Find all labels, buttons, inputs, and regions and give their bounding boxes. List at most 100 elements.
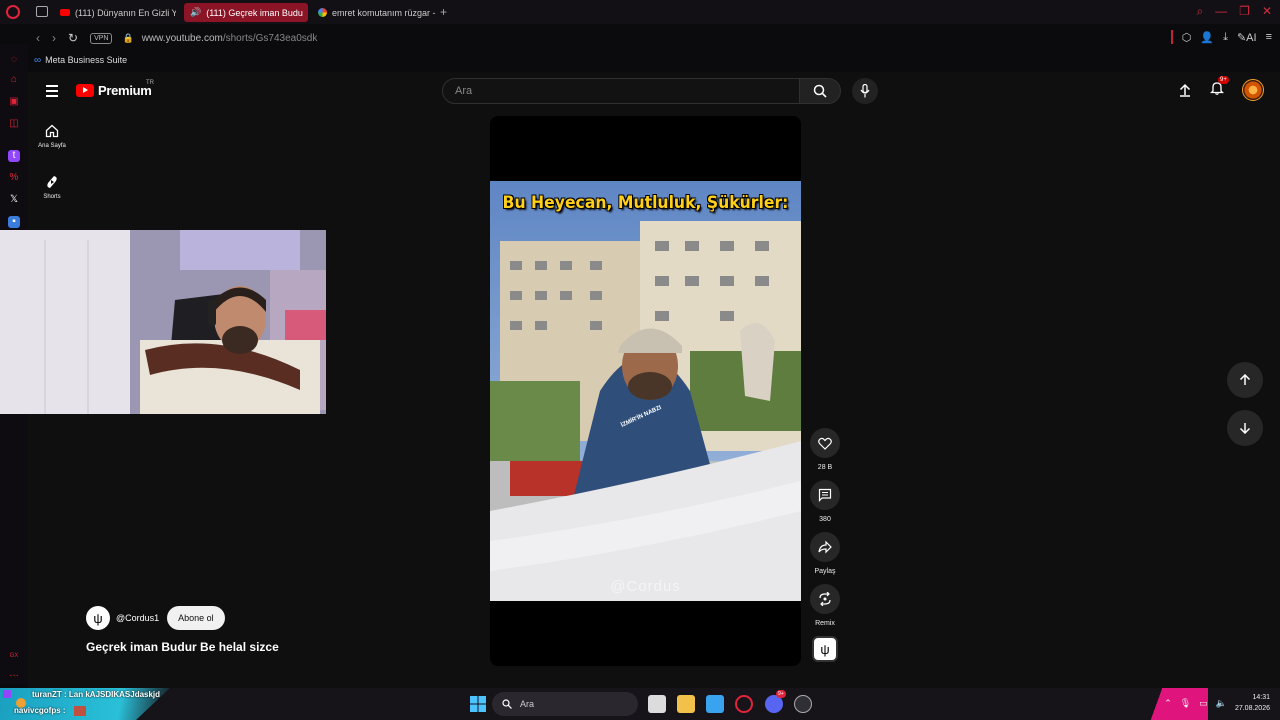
chevron-up-icon[interactable]: ⌃ — [1164, 698, 1172, 709]
gx-icon[interactable]: GX — [8, 650, 20, 662]
window-controls: ⌕ — ❐ ✕ — [1196, 4, 1272, 19]
app-icon[interactable]: ▪ — [8, 216, 20, 228]
url-host: www.youtube.com — [141, 32, 223, 44]
forward-icon[interactable]: › — [52, 31, 56, 45]
sound-channel-avatar[interactable]: ψ — [812, 636, 838, 662]
nav-home-label: Ana Sayfa — [38, 143, 66, 149]
reload-icon[interactable]: ↻ — [68, 31, 78, 45]
bookmark-meta-business-suite[interactable]: ∞ Meta Business Suite — [34, 53, 127, 67]
url-field[interactable]: www.youtube.com/shorts/Gs743ea0sdk — [142, 33, 318, 44]
remix-icon — [819, 592, 831, 606]
clock[interactable]: 14:31 27.08.2026 — [1235, 692, 1270, 714]
search-icon — [813, 84, 827, 98]
messenger-icon[interactable]: ▣ — [8, 96, 20, 108]
browser-tab-3[interactable]: emret komutanım rüzgar - — [312, 3, 436, 22]
arrow-down-icon — [1239, 423, 1251, 434]
workspaces-icon[interactable] — [36, 6, 48, 17]
ai-sparkle-icon: ✎ — [1236, 31, 1247, 44]
x-icon[interactable]: 𝕏 — [8, 194, 20, 206]
instagram-icon[interactable]: ◫ — [8, 118, 20, 130]
url-path: /shorts/Gs743ea0sdk — [222, 32, 318, 44]
search-tabs-icon[interactable]: ⌕ — [1196, 4, 1203, 19]
ai-button[interactable]: ✎AI — [1237, 31, 1257, 44]
microsoft-store-icon[interactable] — [706, 695, 724, 713]
webcam-overlay — [0, 230, 326, 414]
profile-icon[interactable]: 👤 — [1200, 31, 1214, 44]
short-title[interactable]: Geçrek iman Budur Be helal sizce — [86, 640, 279, 654]
vpn-badge[interactable]: VPN — [90, 32, 113, 44]
video-scene: İZMİR'İN NABZI — [490, 181, 801, 601]
header-actions: 9+ — [1178, 75, 1264, 101]
network-icon[interactable]: ▭ — [1199, 698, 1208, 709]
twitch-icon[interactable]: t — [8, 150, 20, 162]
shorts-player[interactable]: İZMİR'İN NABZI Bu Heyecan, Mutluluk, Şük… — [490, 116, 801, 666]
extensions-icon[interactable]: ⬡ — [1182, 31, 1192, 44]
opera-gx-taskbar-icon[interactable] — [735, 695, 753, 713]
browser-tab-bar: (111) Dünyanın En Gizli Yah 🔊 (111) Geçr… — [0, 0, 1280, 24]
account-avatar[interactable] — [1242, 79, 1264, 101]
comment-icon — [818, 488, 832, 502]
new-tab-icon[interactable]: + — [440, 5, 447, 19]
volume-icon[interactable]: 🔈 — [1216, 698, 1227, 709]
nav-shorts[interactable]: Shorts — [28, 175, 76, 200]
twitch-chat-icon — [3, 690, 11, 698]
share-icon — [818, 540, 832, 554]
youtube-icon — [60, 9, 70, 16]
file-explorer-icon[interactable] — [677, 695, 695, 713]
address-bar: ‹ › ↻ VPN 🔒 www.youtube.com/shorts/Gs743… — [28, 26, 1280, 50]
discord-icon[interactable]: 9+ — [765, 690, 786, 713]
maximize-icon[interactable]: ❐ — [1239, 4, 1250, 19]
nav-home[interactable]: Ana Sayfa — [28, 124, 76, 149]
hamburger-menu-icon[interactable] — [46, 85, 58, 100]
youtube-premium-logo[interactable]: Premium TR — [76, 80, 154, 98]
previous-short-button[interactable] — [1227, 362, 1263, 398]
percent-icon[interactable]: % — [8, 172, 20, 184]
channel-name[interactable]: @Cordus1 — [116, 613, 159, 623]
share-button[interactable]: Paylaş — [810, 532, 840, 575]
lock-icon[interactable]: 🔒 — [122, 33, 133, 44]
chat-text: Lan kAJSDIKASJdaskjd — [68, 690, 161, 699]
share-label: Paylaş — [814, 568, 836, 575]
logo-text: Premium — [98, 83, 152, 98]
clock-time: 14:31 — [1252, 694, 1270, 701]
voice-search-button[interactable] — [852, 78, 878, 104]
more-icon[interactable]: … — [8, 668, 20, 680]
nav-shorts-label: Shorts — [43, 194, 61, 200]
browser-tab-1[interactable]: (111) Dünyanın En Gizli Yah — [54, 3, 176, 22]
close-icon[interactable]: ✕ — [1262, 4, 1272, 19]
system-tray: ⌃ 🎙 ▭ 🔈 14:31 27.08.2026 — [1164, 692, 1270, 714]
tab-label: (111) Dünyanın En Gizli Yah — [75, 7, 176, 18]
channel-avatar-icon: ψ — [812, 636, 838, 662]
video-frame[interactable]: İZMİR'İN NABZI Bu Heyecan, Mutluluk, Şük… — [490, 181, 801, 601]
opera-logo-icon[interactable] — [6, 5, 20, 19]
search-button[interactable] — [799, 78, 841, 104]
microphone-icon[interactable]: 🎙 — [1180, 698, 1191, 709]
windows-start-icon[interactable] — [469, 695, 487, 713]
remix-button[interactable]: Remix — [810, 584, 840, 627]
like-button[interactable]: 28 B — [810, 428, 840, 471]
taskbar-search[interactable]: Ara — [492, 692, 638, 716]
upload-icon[interactable] — [1178, 83, 1192, 97]
search-input[interactable] — [443, 79, 783, 103]
chat-emote-icon — [74, 706, 86, 716]
browser-tab-2-active[interactable]: 🔊 (111) Geçrek iman Budu — [184, 3, 308, 22]
comment-count: 380 — [819, 516, 831, 523]
task-view-icon[interactable] — [648, 695, 666, 713]
minimize-icon[interactable]: — — [1215, 4, 1227, 19]
menu-icon[interactable]: ≡ — [1266, 31, 1272, 43]
speaker-icon: 🔊 — [190, 7, 202, 17]
tab-label: (111) Geçrek iman Budu — [206, 7, 303, 18]
shopping-icon[interactable]: ⌂ — [8, 74, 20, 86]
subscribe-button[interactable]: Abone ol — [167, 606, 225, 630]
channel-avatar[interactable]: ψ — [86, 606, 110, 630]
download-icon[interactable]: ⤓ — [1223, 31, 1228, 44]
next-short-button[interactable] — [1227, 410, 1263, 446]
shorts-icon — [47, 176, 57, 188]
obs-icon[interactable] — [794, 695, 812, 713]
comments-button[interactable]: 380 — [810, 480, 840, 523]
address-bar-tools: ⬡ 👤 ⤓ ✎AI ≡ — [1170, 30, 1272, 44]
notifications-button[interactable]: 9+ — [1209, 75, 1229, 100]
back-icon[interactable]: ‹ — [36, 31, 40, 45]
aria-icon[interactable]: ◌ — [8, 54, 20, 66]
video-caption: Bu Heyecan, Mutluluk, Şükürler: — [502, 193, 789, 213]
